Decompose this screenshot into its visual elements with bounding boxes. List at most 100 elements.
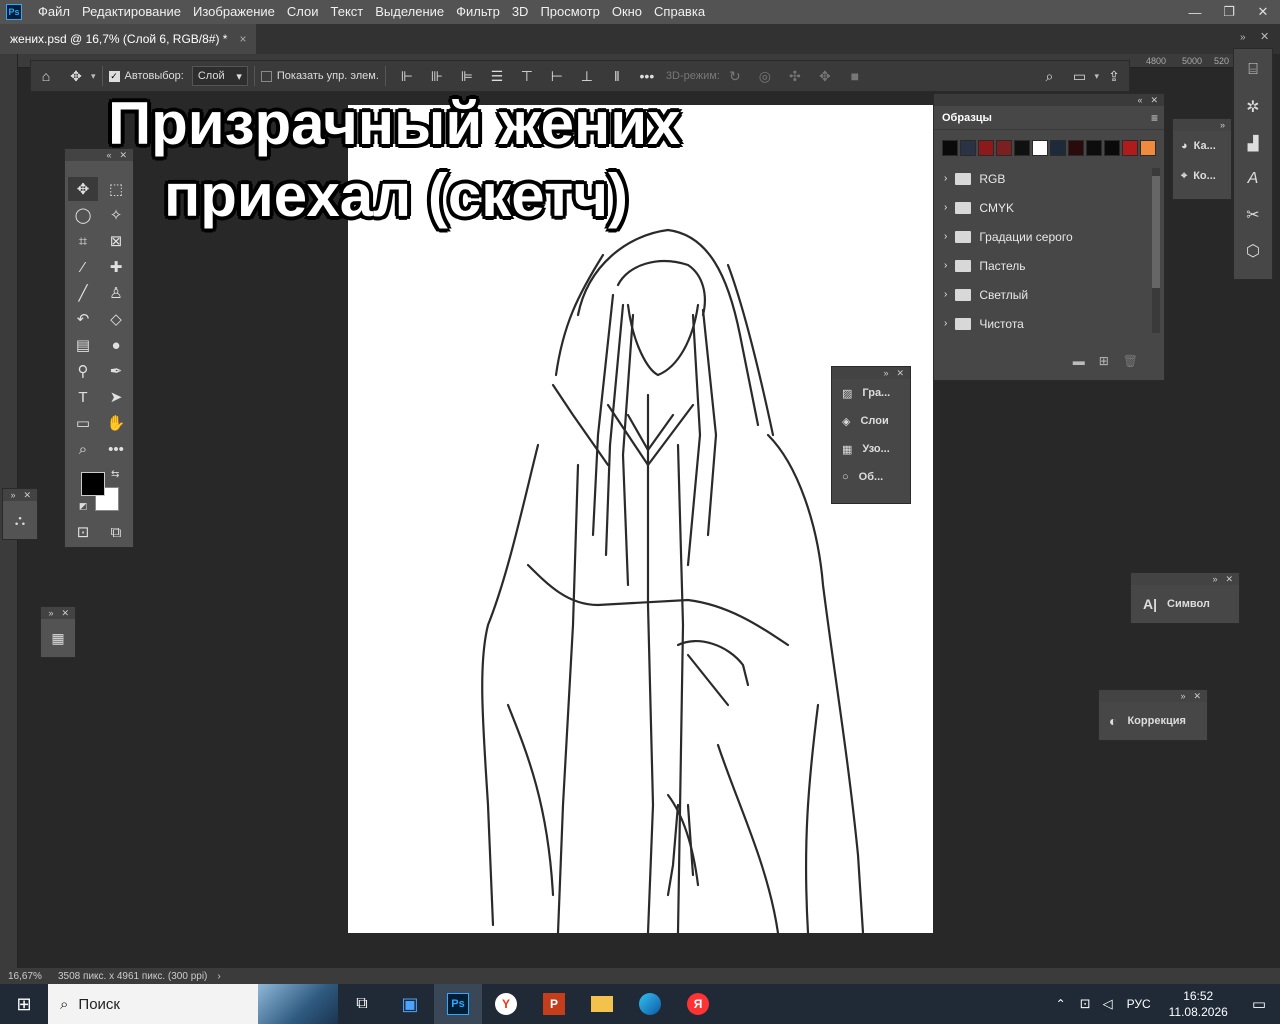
home-icon[interactable]: ⌂ (31, 60, 61, 92)
color-swatch[interactable] (1014, 140, 1030, 156)
type-tool-icon[interactable]: T (68, 385, 98, 409)
collapse-icon[interactable]: « (106, 150, 111, 160)
show-transform-checkbox[interactable] (260, 70, 272, 82)
libraries-icon[interactable]: ▦ (41, 619, 75, 657)
eraser-icon[interactable]: ◇ (101, 307, 131, 331)
network-icon[interactable]: ⊡ (1074, 996, 1097, 1012)
default-colors-icon[interactable]: ◩ (79, 501, 88, 512)
foreground-color-swatch[interactable] (81, 472, 105, 496)
lasso-tool-icon[interactable]: ◯ (68, 203, 98, 227)
zoom-level[interactable]: 16,67% (0, 971, 52, 982)
swap-colors-icon[interactable]: ⇆ (111, 469, 119, 480)
color-swatch[interactable] (960, 140, 976, 156)
clock[interactable]: 16:52 11.08.2026 (1159, 988, 1238, 1020)
color-swatch[interactable] (1086, 140, 1102, 156)
color-swatch[interactable] (1068, 140, 1084, 156)
swatch-folder-rgb[interactable]: › RGB (934, 164, 1164, 193)
blur-tool-icon[interactable]: ● (101, 333, 131, 357)
autoselect-dropdown[interactable]: Слой ▾ (191, 66, 248, 86)
healing-brush-icon[interactable]: ✚ (101, 255, 131, 279)
channels-item[interactable]: ◕ Ка... (1173, 131, 1231, 161)
color-swatch[interactable] (942, 140, 958, 156)
marquee-tool-icon[interactable]: ⬚ (101, 177, 131, 201)
swatch-folder-pastel[interactable]: › Пастель (934, 251, 1164, 280)
menu-help[interactable]: Справка (648, 0, 711, 24)
close-icon[interactable]: ✕ (1193, 691, 1201, 702)
yandex-browser-icon[interactable]: Y (482, 984, 530, 1024)
dodge-tool-icon[interactable]: ⚲ (68, 359, 98, 383)
menu-filter[interactable]: Фильтр (450, 0, 506, 24)
yandex-icon[interactable]: Я (674, 984, 722, 1024)
scrollbar[interactable] (1152, 168, 1160, 333)
color-swatch[interactable] (1122, 140, 1138, 156)
tray-chevron-up-icon[interactable]: ⌃ (1048, 997, 1074, 1011)
new-group-icon[interactable]: ▬ (1073, 354, 1085, 368)
panel-collapse-icon[interactable]: » (1240, 32, 1246, 43)
close-icon[interactable]: ✕ (119, 150, 127, 161)
3d-slide-icon[interactable]: ✥ (810, 60, 840, 92)
collapse-icon[interactable]: » (883, 368, 888, 378)
share-icon[interactable]: ⇪ (1099, 60, 1129, 92)
close-icon[interactable]: ✕ (1225, 574, 1233, 585)
taskbar-search-box[interactable]: ⌕ Поиск (48, 984, 338, 1024)
close-icon[interactable]: ✕ (61, 608, 69, 619)
file-explorer-icon[interactable] (578, 984, 626, 1024)
close-icon[interactable]: ✕ (1150, 95, 1158, 106)
powerpoint-icon[interactable]: P (530, 984, 578, 1024)
workspace-icon[interactable]: ▭ (1064, 60, 1094, 92)
new-swatch-icon[interactable]: ⊞ (1099, 354, 1109, 368)
explorer-app-icon[interactable]: ▣ (386, 984, 434, 1024)
collapse-icon[interactable]: » (10, 490, 15, 500)
menu-image[interactable]: Изображение (187, 0, 281, 24)
eyedropper-icon[interactable]: ⁄ (68, 255, 98, 279)
glyphs-icon[interactable]: A (1234, 161, 1272, 197)
document-tab[interactable]: жених.psd @ 16,7% (Слой 6, RGB/8#) * × (0, 24, 257, 54)
menu-type[interactable]: Текст (325, 0, 370, 24)
move-tool-icon[interactable]: ✥ (61, 60, 91, 92)
windows-start-icon[interactable]: ⊞ (0, 984, 48, 1024)
crop-tool-icon[interactable]: ⌗ (68, 229, 98, 253)
panel-menu-icon[interactable]: ≡ (1151, 111, 1158, 125)
chevron-right-icon[interactable]: › (207, 971, 220, 982)
navigator-icon[interactable]: ✲ (1234, 89, 1272, 125)
language-indicator[interactable]: РУС (1119, 997, 1159, 1011)
gradients-item[interactable]: ▨ Гра... (832, 379, 910, 407)
minimize-icon[interactable]: — (1178, 0, 1212, 24)
scrollbar-thumb[interactable] (1152, 176, 1160, 288)
menu-select[interactable]: Выделение (369, 0, 450, 24)
task-view-icon[interactable]: ⧉ (338, 984, 386, 1024)
color-swatch[interactable] (978, 140, 994, 156)
collapse-icon[interactable]: « (1137, 95, 1142, 105)
swatch-folder-light[interactable]: › Светлый (934, 280, 1164, 309)
3d-camera-icon[interactable]: ■ (840, 60, 870, 92)
swatch-folder-pure[interactable]: › Чистота (934, 309, 1164, 338)
paths-item[interactable]: ⌖ Ко... (1173, 161, 1231, 191)
hand-tool-icon[interactable]: ✋ (101, 411, 131, 435)
color-swatch[interactable] (996, 140, 1012, 156)
gradient-tool-icon[interactable]: ▤ (68, 333, 98, 357)
path-select-icon[interactable]: ➤ (101, 385, 131, 409)
restore-icon[interactable]: ❐ (1212, 0, 1246, 24)
menu-view[interactable]: Просмотр (534, 0, 605, 24)
collapse-icon[interactable]: » (1220, 120, 1225, 130)
chevron-down-icon[interactable]: ▾ (91, 71, 96, 82)
brush-settings-icon[interactable]: ⛬ (3, 501, 37, 539)
move-tool-icon[interactable]: ✥ (68, 177, 98, 201)
panel-close-icon[interactable]: ✕ (1260, 30, 1269, 43)
edge-browser-icon[interactable] (626, 984, 674, 1024)
swatch-folder-grayscale[interactable]: › Градации серого (934, 222, 1164, 251)
learn-item[interactable]: ○ Об... (832, 463, 910, 491)
swatch-folder-cmyk[interactable]: › CMYK (934, 193, 1164, 222)
pen-tool-icon[interactable]: ✒ (101, 359, 131, 383)
close-icon[interactable]: ✕ (896, 368, 904, 379)
patterns-item[interactable]: ▦ Узо... (832, 435, 910, 463)
menu-window[interactable]: Окно (606, 0, 648, 24)
color-swatch[interactable] (1050, 140, 1066, 156)
close-icon[interactable]: ✕ (23, 490, 31, 501)
collapse-icon[interactable]: » (1212, 574, 1217, 584)
screen-mode-icon[interactable]: ⧉ (101, 520, 131, 544)
notifications-icon[interactable]: ▭ (1238, 995, 1280, 1013)
brush-tool-icon[interactable]: ╱ (68, 281, 98, 305)
delete-icon[interactable]: 🗑 (1123, 354, 1138, 368)
zoom-tool-icon[interactable]: ⌕ (68, 437, 98, 461)
